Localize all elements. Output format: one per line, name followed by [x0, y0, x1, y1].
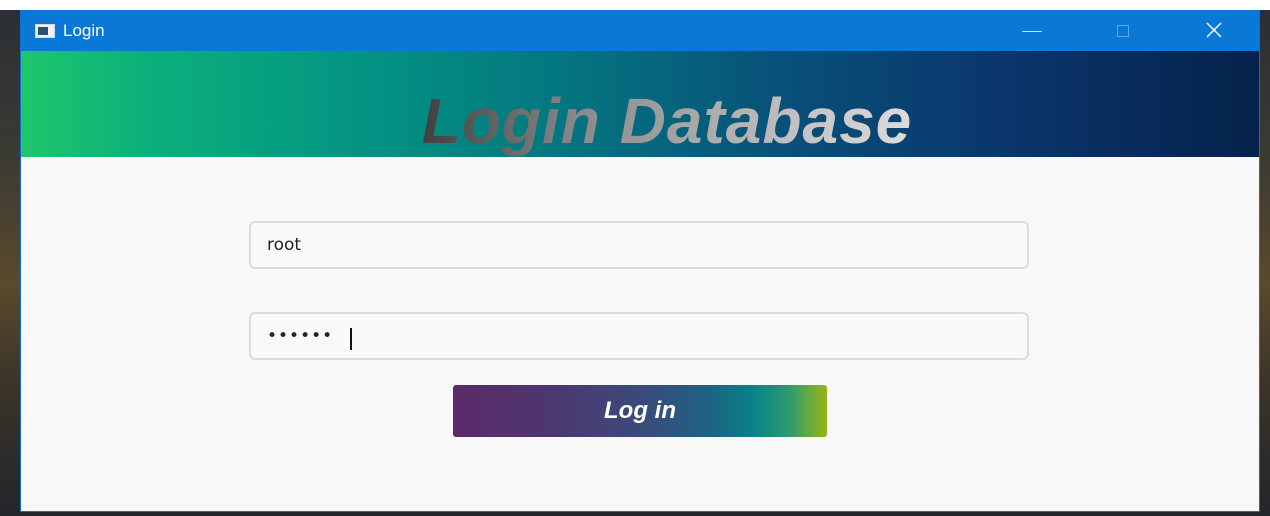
- text-cursor: [350, 328, 352, 350]
- login-button[interactable]: Log in: [453, 385, 827, 437]
- banner-title: Login Database: [21, 85, 1259, 157]
- minimize-button[interactable]: [1009, 11, 1055, 51]
- username-input[interactable]: [249, 221, 1029, 269]
- window-title: Login: [63, 21, 105, 40]
- header-banner: Login Database: [21, 51, 1259, 157]
- password-input[interactable]: [249, 312, 1029, 360]
- screen-top-edge: [0, 0, 1270, 10]
- title-bar[interactable]: Login: [21, 11, 1259, 51]
- maximize-icon: [1117, 25, 1129, 37]
- maximize-button[interactable]: [1101, 11, 1147, 51]
- minimize-icon: [1022, 31, 1042, 32]
- close-button[interactable]: [1191, 11, 1237, 51]
- login-form-area: Log in: [21, 157, 1259, 511]
- close-icon: [1206, 22, 1222, 38]
- login-window: Login Login Database Log in: [20, 10, 1260, 512]
- window-app-icon: [35, 24, 55, 38]
